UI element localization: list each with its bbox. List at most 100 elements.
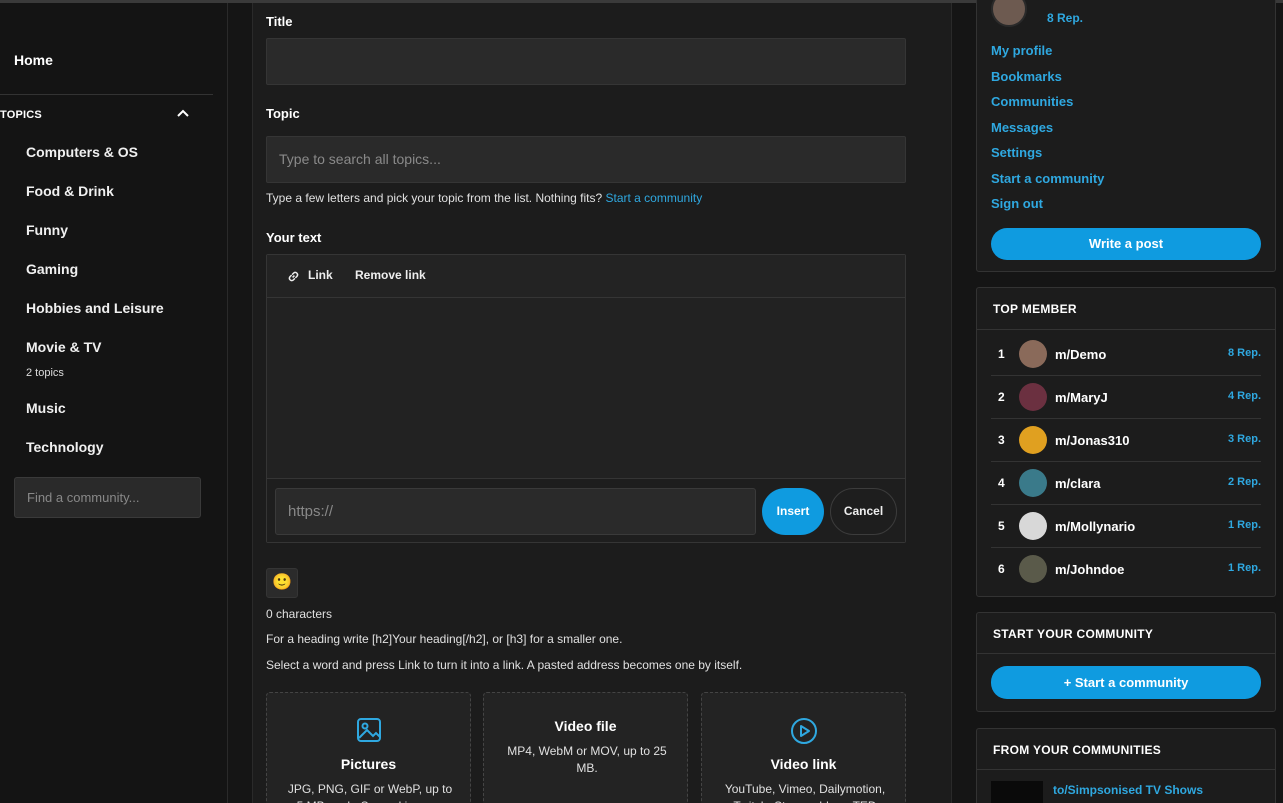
member-name[interactable]: m/MaryJ [1055,390,1108,405]
user-rep: 8 Rep. [1047,11,1084,25]
topic-placeholder: Type to search all topics... [279,151,441,167]
member-rep: 3 Rep. [1227,433,1261,445]
community-post-link[interactable]: to/Simpsonised TV Shows [1053,783,1203,797]
sidebar-divider [0,94,213,95]
image-icon [357,718,381,742]
avatar[interactable] [991,0,1027,27]
member-avatar [1019,426,1047,454]
heading-hint: For a heading write [h2]Your heading[/h2… [266,632,623,646]
sidebar-item-hobbies[interactable]: Hobbies and Leisure [26,300,164,316]
topic-label: Topic [266,106,300,121]
top-member-divider [977,329,1275,330]
nav-home[interactable]: Home [14,52,53,68]
member-name[interactable]: m/Mollynario [1055,519,1135,534]
title-input[interactable] [266,38,906,85]
user-menu-card: 8 Rep. My profile Bookmarks Communities … [976,0,1276,272]
member-avatar [1019,555,1047,583]
member-row[interactable]: 5 m/Mollynario 1 Rep. [991,505,1261,548]
left-sidebar: Home TOPICS Computers & OS Food & Drink … [0,3,228,803]
insert-button[interactable]: Insert [762,488,824,535]
topic-hint: Type a few letters and pick your topic f… [266,191,702,205]
member-rep: 1 Rep. [1227,562,1261,574]
character-count: 0 characters [266,607,333,621]
member-name[interactable]: m/Demo [1055,347,1106,362]
bookmarks-link[interactable]: Bookmarks [991,69,1062,84]
settings-link[interactable]: Settings [991,145,1042,160]
member-avatar [1019,340,1047,368]
editor-toolbar: Link Remove link [267,255,905,298]
topic-search-input[interactable]: Type to search all topics... [266,136,906,183]
member-row[interactable]: 2 m/MaryJ 4 Rep. [991,376,1261,419]
title-label: Title [266,14,293,29]
emoji-picker-button[interactable]: 🙂 [266,568,298,598]
upload-video-file-title: Video file [554,718,617,734]
top-member-heading: TOP MEMBER [993,302,1077,316]
play-circle-icon [791,718,817,744]
member-row[interactable]: 6 m/Johndoe 1 Rep. [991,548,1261,591]
topic-hint-text: Type a few letters and pick your topic f… [266,191,603,205]
member-rank: 3 [998,433,1005,447]
chevron-up-icon[interactable] [176,107,190,119]
sidebar-item-computers[interactable]: Computers & OS [26,144,138,160]
member-avatar [1019,469,1047,497]
write-post-button[interactable]: Write a post [991,228,1261,260]
start-community-menu-link[interactable]: Start a community [991,171,1104,186]
upload-pictures-title: Pictures [340,756,397,772]
member-avatar [1019,383,1047,411]
your-text-label: Your text [266,230,322,245]
messages-link[interactable]: Messages [991,120,1053,135]
sidebar-item-movie-tv[interactable]: Movie & TV [26,339,101,355]
sidebar-item-technology[interactable]: Technology [26,439,104,455]
member-rep: 2 Rep. [1227,476,1261,488]
member-rep: 1 Rep. [1227,519,1261,531]
member-rank: 4 [998,476,1005,490]
link-button[interactable]: Link [308,268,333,282]
member-name[interactable]: m/Jonas310 [1055,433,1129,448]
upload-video-file[interactable]: Video file MP4, WebM or MOV, up to 25 MB… [483,692,688,803]
sidebar-item-funny[interactable]: Funny [26,222,68,238]
editor-text-area[interactable] [267,299,905,477]
url-input[interactable]: https:// [275,488,756,535]
member-rank: 6 [998,562,1005,576]
member-rep: 8 Rep. [1227,347,1261,359]
sidebar-item-music[interactable]: Music [26,400,66,416]
top-members-card: TOP MEMBER 1 m/Demo 8 Rep. 2 m/MaryJ 4 R… [976,287,1276,597]
member-rep: 4 Rep. [1227,390,1261,402]
start-community-link[interactable]: Start a community [606,191,703,205]
member-row[interactable]: 4 m/clara 2 Rep. [991,462,1261,505]
community-thumbnail[interactable] [991,781,1043,803]
member-name[interactable]: m/clara [1055,476,1101,491]
from-communities-card: FROM YOUR COMMUNITIES to/Simpsonised TV … [976,728,1276,803]
link-icon [288,271,299,282]
member-row[interactable]: 3 m/Jonas310 3 Rep. [991,419,1261,462]
post-editor-panel: Title Topic Type to search all topics...… [252,3,952,803]
my-profile-link[interactable]: My profile [991,43,1052,58]
member-row[interactable]: 1 m/Demo 8 Rep. [991,333,1261,376]
member-name[interactable]: m/Johndoe [1055,562,1124,577]
upload-video-link-title: Video link [770,756,837,772]
upload-video-file-desc: MP4, WebM or MOV, up to 25 MB. [507,744,667,775]
upload-pictures[interactable]: Pictures JPG, PNG, GIF or WebP, up to 5 … [266,692,471,803]
text-editor: Link Remove link https:// Insert Cancel [266,254,906,543]
sign-out-link[interactable]: Sign out [991,196,1043,211]
remove-link-button[interactable]: Remove link [355,268,426,282]
member-rank: 1 [998,347,1005,361]
member-avatar [1019,512,1047,540]
sidebar-item-gaming[interactable]: Gaming [26,261,78,277]
link-insert-row: https:// Insert Cancel [267,478,905,542]
topics-heading[interactable]: TOPICS [0,109,42,121]
member-rank: 2 [998,390,1005,404]
cancel-button[interactable]: Cancel [830,488,897,535]
from-communities-heading: FROM YOUR COMMUNITIES [993,743,1162,757]
upload-video-link[interactable]: Video link YouTube, Vimeo, Dailymotion, … [701,692,906,803]
communities-link[interactable]: Communities [991,94,1073,109]
sidebar-item-food[interactable]: Food & Drink [26,183,114,199]
start-community-divider [977,653,1275,654]
start-community-heading: START YOUR COMMUNITY [993,627,1154,641]
start-community-button[interactable]: + Start a community [991,666,1261,699]
sidebar-item-movie-tv-count: 2 topics [26,367,64,379]
start-community-card: START YOUR COMMUNITY + Start a community [976,612,1276,712]
member-rank: 5 [998,519,1005,533]
upload-pictures-desc: JPG, PNG, GIF or WebP, up to 5 MB each. … [287,782,453,803]
community-search-input[interactable]: Find a community... [14,477,201,518]
